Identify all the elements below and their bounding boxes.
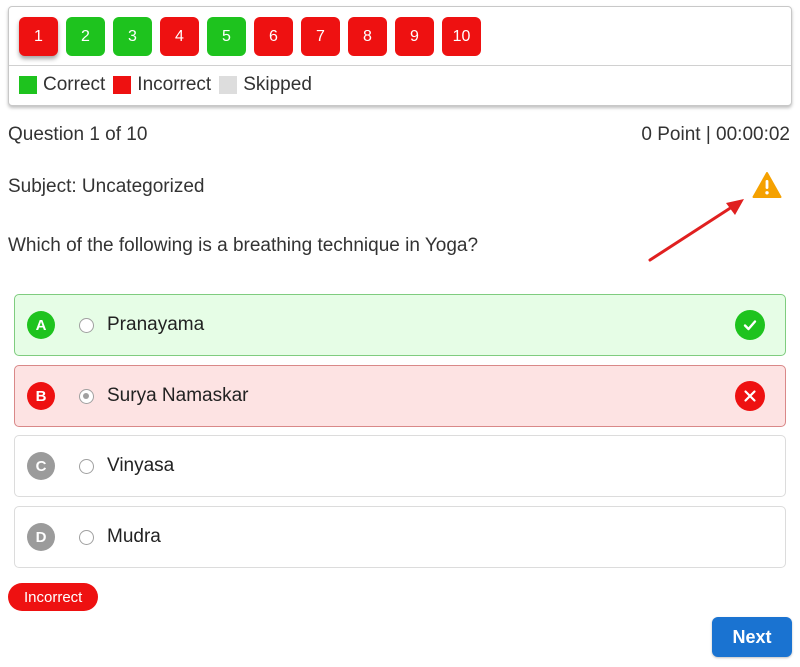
legend-swatch-incorrect bbox=[113, 76, 132, 94]
question-progress: Question 1 of 10 bbox=[8, 124, 148, 145]
option-a[interactable]: A Pranayama bbox=[14, 294, 786, 356]
question-button-2[interactable]: 2 bbox=[66, 17, 105, 56]
option-letter-a: A bbox=[27, 311, 55, 339]
close-icon bbox=[735, 381, 765, 411]
option-d[interactable]: D Mudra bbox=[14, 506, 786, 568]
result-badge: Incorrect bbox=[8, 583, 99, 611]
question-buttons: 1 2 3 4 5 6 7 8 9 10 bbox=[19, 17, 481, 56]
option-letter-b: B bbox=[27, 382, 55, 410]
legend-label-incorrect: Incorrect bbox=[137, 74, 212, 95]
question-button-10[interactable]: 10 bbox=[442, 17, 481, 56]
option-text-a: Pranayama bbox=[107, 314, 205, 335]
question-button-7[interactable]: 7 bbox=[301, 17, 340, 56]
next-button[interactable]: Next bbox=[712, 617, 792, 657]
option-text-c: Vinyasa bbox=[107, 455, 175, 476]
option-text-d: Mudra bbox=[107, 526, 161, 547]
question-button-4[interactable]: 4 bbox=[160, 17, 199, 56]
option-c[interactable]: C Vinyasa bbox=[14, 435, 786, 497]
navigator-divider bbox=[9, 65, 791, 66]
option-radio-c[interactable] bbox=[79, 458, 94, 474]
option-letter-c: C bbox=[27, 452, 55, 480]
question-navigator: 1 2 3 4 5 6 7 8 9 10 Correct Incorrect S… bbox=[8, 6, 792, 106]
option-letter-d: D bbox=[27, 523, 55, 551]
checkmark-icon bbox=[735, 310, 765, 340]
question-button-6[interactable]: 6 bbox=[254, 17, 293, 56]
legend-label-skipped: Skipped bbox=[243, 74, 312, 95]
question-button-5[interactable]: 5 bbox=[207, 17, 246, 56]
legend-swatch-correct bbox=[19, 76, 37, 94]
legend-item-skipped: Skipped bbox=[219, 74, 312, 96]
question-button-1[interactable]: 1 bbox=[19, 17, 58, 56]
option-b[interactable]: B Surya Namaskar bbox=[14, 365, 786, 427]
option-text-b: Surya Namaskar bbox=[107, 385, 249, 406]
question-text: Which of the following is a breathing te… bbox=[8, 235, 479, 256]
option-radio-a[interactable] bbox=[79, 317, 94, 333]
legend-swatch-skipped bbox=[219, 76, 238, 94]
legend-label-correct: Correct bbox=[43, 74, 106, 95]
option-radio-d[interactable] bbox=[79, 529, 94, 545]
question-button-9[interactable]: 9 bbox=[395, 17, 434, 56]
option-radio-b[interactable] bbox=[79, 388, 94, 404]
status-legend: Correct Incorrect Skipped bbox=[19, 74, 320, 96]
annotation-arrow-icon bbox=[648, 199, 744, 262]
score-timer: 0 Point | 00:00:02 bbox=[641, 124, 790, 145]
legend-item-correct: Correct bbox=[19, 74, 105, 96]
question-button-3[interactable]: 3 bbox=[113, 17, 152, 56]
legend-item-incorrect: Incorrect bbox=[113, 74, 211, 96]
question-subject: Subject: Uncategorized bbox=[8, 176, 205, 197]
question-button-8[interactable]: 8 bbox=[348, 17, 387, 56]
